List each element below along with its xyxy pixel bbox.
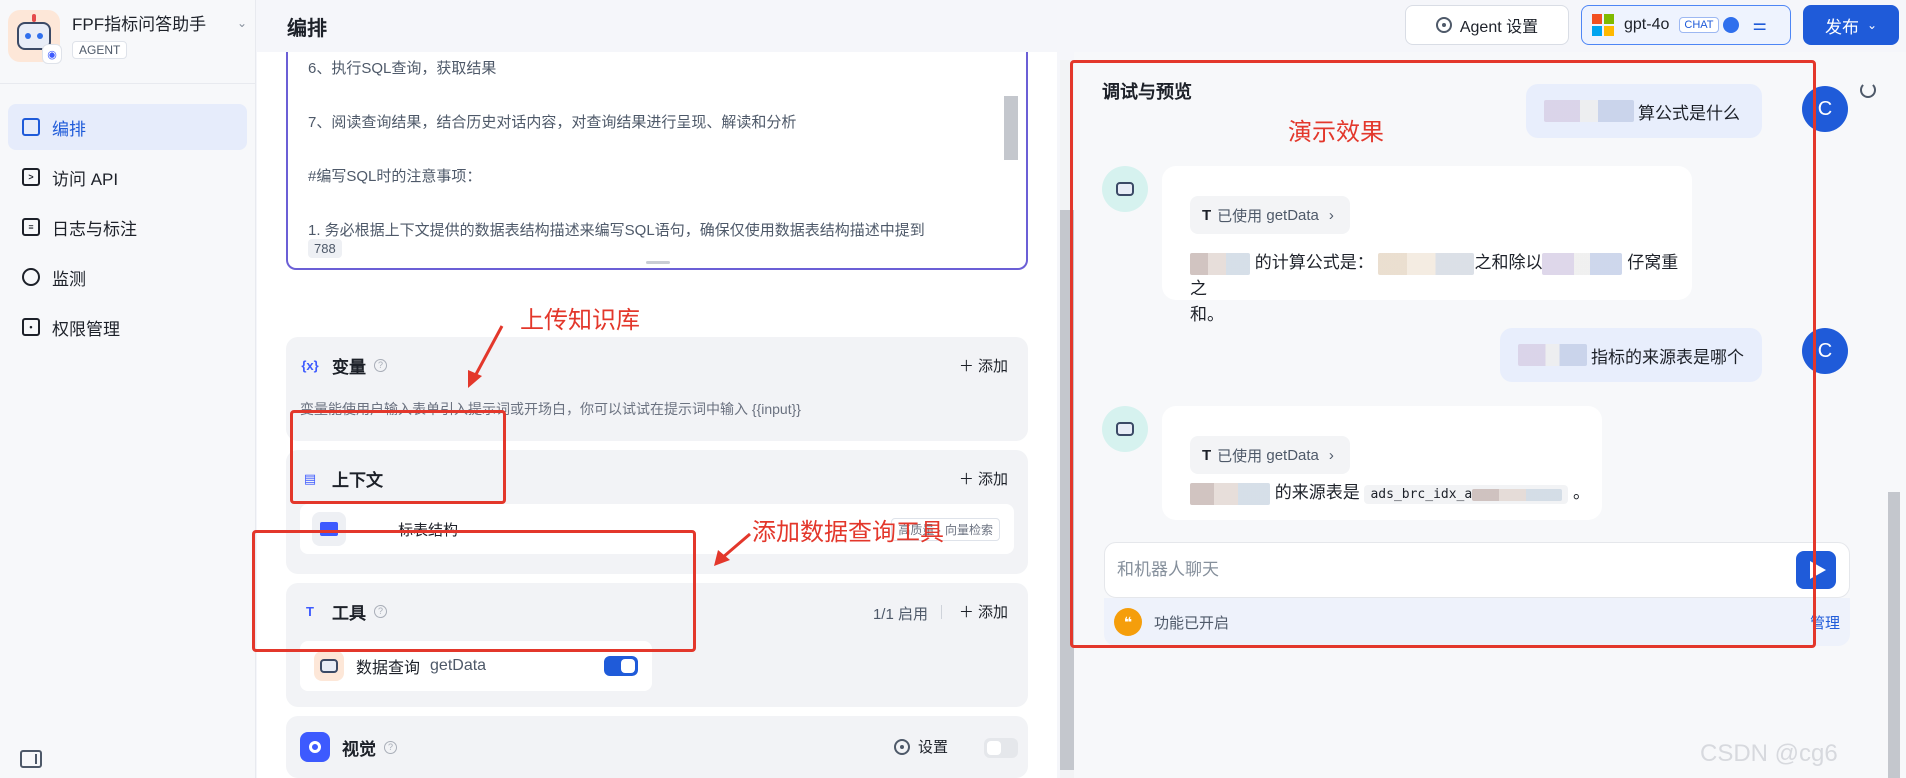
annotation-demo-label: 演示效果 [1288, 119, 1384, 146]
tool-name: 数据查询 [356, 660, 421, 677]
add-label: 添加 [977, 471, 1008, 488]
vision-capability-icon [1722, 17, 1739, 33]
agent-settings-button[interactable]: Agent 设置 [1405, 5, 1569, 45]
add-tool-button[interactable]: ＋ 添加 [959, 601, 1008, 622]
robot-icon [314, 651, 344, 681]
sidebar: ◉ FPF指标问答助手 ⌄ AGENT 编排 > 访问 API ≡ 日志与标注 [0, 0, 256, 778]
app-meta: FPF指标问答助手 ⌄ AGENT [72, 10, 247, 59]
divider [941, 605, 942, 619]
add-context-button[interactable]: ＋ 添加 [959, 468, 1008, 489]
variables-title: 变量 [332, 358, 366, 377]
sliders-icon[interactable]: ⚌ [1753, 15, 1767, 35]
add-label: 添加 [977, 604, 1008, 621]
app-avatar: ◉ [8, 10, 62, 64]
refresh-icon[interactable] [1860, 82, 1876, 98]
char-count: 788 [308, 239, 342, 258]
app-header[interactable]: ◉ FPF指标问答助手 ⌄ AGENT [0, 0, 255, 84]
prompt-editor[interactable]: 6、执行SQL查询，获取结果 7、阅读查询结果，结合历史对话内容，对查询结果进行… [286, 52, 1028, 270]
robot-antenna-icon [32, 14, 36, 22]
add-label: 添加 [977, 358, 1008, 375]
variable-icon: {x} [301, 358, 319, 373]
help-icon[interactable]: ? [374, 359, 387, 372]
annotation-demo-box [1070, 60, 1816, 648]
chevron-down-icon: ⌄ [1866, 18, 1878, 32]
prompt-line: 7、阅读查询结果，结合历史对话内容，对查询结果进行呈现、解读和分析 [308, 114, 797, 131]
layout-icon [22, 118, 40, 136]
prompt-line: 6、执行SQL查询，获取结果 [308, 60, 497, 77]
vision-toggle[interactable] [984, 738, 1018, 758]
gear-icon [1435, 17, 1452, 33]
annotation-knowledge-box [290, 410, 506, 504]
gauge-icon [22, 268, 40, 286]
resize-handle[interactable] [646, 261, 670, 264]
vision-section: 视觉 ? 设置 [286, 716, 1028, 778]
model-selector[interactable]: gpt-4o CHAT ⚌ [1581, 5, 1791, 45]
preview-scrollbar[interactable] [1888, 492, 1900, 778]
document-icon: ≡ [22, 218, 40, 236]
sidebar-item-label: 监测 [52, 269, 86, 289]
watermark: CSDN @cg6 [1700, 740, 1838, 767]
app-root: ◉ FPF指标问答助手 ⌄ AGENT 编排 > 访问 API ≡ 日志与标注 [0, 0, 1906, 778]
terminal-icon: > [22, 168, 40, 186]
annotation-arrow-icon [468, 325, 504, 388]
sidebar-nav: 编排 > 访问 API ≡ 日志与标注 监测 • 权限管理 [0, 84, 255, 374]
tool-toggle[interactable] [604, 656, 638, 676]
prompt-line: 1. 务必根据上下文提供的数据表结构描述来编写SQL语句，确保仅使用数据表结构描… [308, 222, 925, 239]
sidebar-item-label: 权限管理 [52, 319, 120, 339]
annotation-arrow-icon [714, 532, 751, 566]
top-bar: 编排 Agent 设置 gpt-4o CHAT ⚌ 发布 ⌄ [257, 0, 1906, 52]
sidebar-item-monitor[interactable]: 监测 [8, 254, 247, 300]
tool-function: getData [430, 657, 487, 674]
chevron-down-icon[interactable]: ⌄ [237, 16, 247, 30]
sidebar-item-api[interactable]: > 访问 API [8, 154, 247, 200]
sidebar-item-permissions[interactable]: • 权限管理 [8, 304, 247, 350]
annotation-tool-box [252, 530, 696, 652]
add-variable-button[interactable]: ＋ 添加 [959, 355, 1008, 376]
page-title: 编排 [287, 18, 327, 40]
agent-settings-label: Agent 设置 [1459, 19, 1539, 36]
prompt-scrollbar[interactable] [1004, 96, 1018, 160]
vision-settings-label: 设置 [917, 739, 948, 756]
model-name: gpt-4o [1624, 16, 1670, 33]
vision-title: 视觉 [342, 739, 376, 759]
publish-label: 发布 [1824, 17, 1859, 37]
help-icon[interactable]: ? [384, 740, 397, 754]
microsoft-logo-icon [1592, 14, 1614, 36]
app-name: FPF指标问答助手 [72, 15, 207, 34]
annotation-knowledge-label: 上传知识库 [520, 307, 640, 334]
sidebar-item-orchestrate[interactable]: 编排 [8, 104, 247, 150]
sidebar-item-label: 访问 API [52, 169, 119, 189]
model-mode-tag: CHAT [1679, 17, 1719, 33]
sidebar-item-label: 编排 [52, 119, 86, 139]
tools-enabled-count: 1/1 启用 [872, 606, 928, 623]
annotation-tool-label: 添加数据查询工具 [752, 519, 944, 546]
agent-badge-icon: ◉ [42, 44, 62, 64]
prompt-line: #编写SQL时的注意事项： [308, 168, 482, 185]
sidebar-item-logs[interactable]: ≡ 日志与标注 [8, 204, 247, 250]
eye-icon [300, 732, 330, 762]
lock-icon: • [22, 318, 40, 336]
vision-settings-button[interactable]: 设置 [893, 736, 948, 757]
sidebar-collapse-icon[interactable] [20, 750, 42, 768]
publish-button[interactable]: 发布 ⌄ [1803, 5, 1899, 45]
agent-tag: AGENT [72, 41, 128, 59]
gear-icon [893, 738, 910, 755]
sidebar-item-label: 日志与标注 [52, 219, 137, 239]
